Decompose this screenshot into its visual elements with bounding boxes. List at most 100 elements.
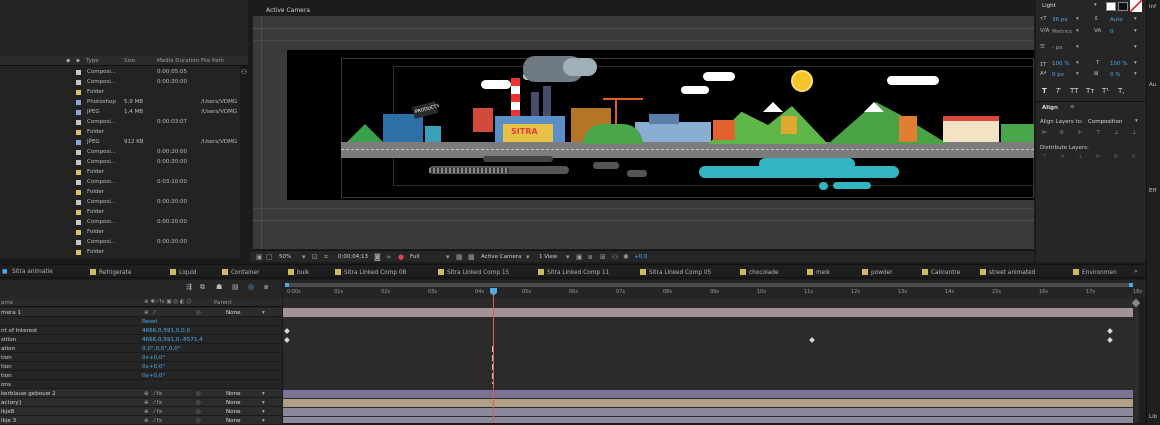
project-item-row[interactable]: Composi... 0:00:20:00 — [0, 77, 240, 87]
project-item-row[interactable]: Folder — [0, 247, 240, 257]
superscript-button[interactable]: T¹ — [1102, 87, 1109, 95]
timeline-layer-row[interactable]: actory] ⊕ ⁄ fx ◎ None ▾ — [0, 398, 282, 407]
timeline-property-row[interactable]: sition 4666,0,591,0,-8571,4 — [0, 335, 282, 344]
stroke-color-swatch[interactable] — [1118, 2, 1128, 11]
timeline-tab[interactable]: street animated — [980, 269, 1035, 276]
align-top-icon[interactable]: ⊤ — [1096, 130, 1101, 136]
align-target-select[interactable]: Composition — [1088, 119, 1122, 125]
property-value[interactable]: 4666,0,591,0,-8571,4 — [142, 337, 203, 343]
comp-flowchart-icon[interactable]: ⇶ — [186, 283, 192, 291]
horizontal-scale-value[interactable]: 100 % — [1110, 61, 1127, 67]
zoom-dropdown-icon[interactable]: ▾ — [302, 253, 306, 261]
kerning-value[interactable]: Metrics — [1052, 29, 1072, 35]
parent-dropdown-icon[interactable]: ▾ — [262, 400, 265, 406]
parent-header[interactable]: Parent — [214, 300, 232, 306]
font-size-dropdown-icon[interactable]: ▾ — [1076, 16, 1079, 22]
align-panel-title[interactable]: Align — [1042, 105, 1058, 111]
baseline-shift-dropdown-icon[interactable]: ▾ — [1076, 71, 1079, 77]
parent-select[interactable]: None — [226, 409, 241, 415]
distribute-vcenter-icon[interactable]: ≑ — [1060, 154, 1065, 160]
col-size[interactable]: Size — [124, 58, 135, 64]
camera-dropdown-icon[interactable]: ▾ — [526, 253, 530, 261]
timeline-tab[interactable]: powder — [862, 269, 893, 276]
align-left-icon[interactable]: ⊫ — [1042, 130, 1047, 136]
exposure-value[interactable]: +0,0 — [634, 254, 647, 260]
timeline-tab[interactable]: Container — [222, 269, 259, 276]
parent-select[interactable]: None — [226, 400, 241, 406]
layer-bar-wolkje3[interactable] — [283, 417, 1133, 423]
project-item-row[interactable]: Folder — [0, 167, 240, 177]
parent-select[interactable]: None — [226, 391, 241, 397]
libraries-panel-tab[interactable]: Lib — [1149, 414, 1157, 420]
project-item-row[interactable]: Composi... 0:00:20:00 — [0, 147, 240, 157]
roi-icon[interactable]: ▦ — [456, 253, 463, 261]
stroke-width-dropdown-icon[interactable]: ▾ — [1076, 44, 1079, 50]
leading-value[interactable]: Auto — [1110, 17, 1123, 23]
shy-icon[interactable]: ☗ — [216, 283, 222, 291]
switches-icons[interactable]: ⊕ ⁄ fx — [144, 391, 162, 397]
work-area-bar[interactable] — [285, 283, 1133, 287]
timeline-tab[interactable]: Callcentre — [922, 269, 960, 276]
keyframe[interactable] — [809, 337, 815, 343]
fast-preview-icon[interactable]: ⧈ — [588, 253, 592, 262]
current-time[interactable]: 0;00;04;13 — [338, 254, 368, 260]
subscript-button[interactable]: T, — [1118, 87, 1125, 95]
frame-blend-icon[interactable]: ▤ — [232, 283, 239, 291]
project-item-row[interactable]: JPEG 912 KB /Users/VDMG — [0, 137, 240, 147]
view-layout-select[interactable]: 1 View — [539, 254, 557, 260]
parent-dropdown-icon[interactable]: ▾ — [262, 391, 265, 397]
parent-pickwhip-icon[interactable]: ◎ — [196, 391, 201, 397]
flowchart-icon[interactable]: ⚇ — [612, 253, 618, 261]
timeline-tab[interactable]: Sitra Linked Comp 08 — [335, 269, 406, 276]
project-item-row[interactable]: Composi... 0:03:10:00 — [0, 177, 240, 187]
layer-bar-gebouw[interactable] — [283, 390, 1133, 398]
project-item-row[interactable]: JPEG 1,4 MB /Users/VDMG — [0, 107, 240, 117]
timeline-property-row[interactable]: ation 0,0°,0,0°,0,0° — [0, 344, 282, 353]
composition-viewer[interactable]: PRODUCTS SITRA — [253, 16, 1034, 249]
effects-panel-tab[interactable]: Eff — [1149, 188, 1156, 194]
tracking-value[interactable]: 0 — [1110, 29, 1114, 35]
vertical-scale-dropdown-icon[interactable]: ▾ — [1076, 60, 1079, 66]
info-panel-tab[interactable]: Inf — [1149, 4, 1156, 10]
col-type[interactable]: Type — [86, 58, 99, 64]
font-style-dropdown-icon[interactable]: ▾ — [1094, 2, 1097, 8]
baseline-shift-value[interactable]: 0 px — [1052, 72, 1064, 78]
property-value[interactable]: 0,0°,0,0°,0,0° — [142, 346, 181, 352]
timeline-property-row[interactable]: nt of Interest 4666,0,591,0,0,0 — [0, 326, 282, 335]
keyframe[interactable] — [284, 328, 290, 334]
property-value[interactable]: 0x+0,0° — [142, 355, 165, 361]
flowchart-icon[interactable]: ⚇ — [241, 68, 247, 76]
motion-blur-icon[interactable]: ◎ — [248, 283, 254, 291]
exposure-icon[interactable]: ✺ — [623, 253, 629, 261]
project-item-row[interactable]: Composi... 0:00:20:00 — [0, 197, 240, 207]
align-menu-icon[interactable]: ≡ — [1070, 104, 1075, 110]
parent-dropdown-icon[interactable]: ▾ — [262, 310, 265, 316]
timeline-tab[interactable]: chocolade — [740, 269, 779, 276]
timeline-layer-row[interactable]: lkje8 ⊕ ⁄ fx ◎ None ▾ — [0, 407, 282, 416]
project-item-row[interactable]: Composi... 0:00:20:00 — [0, 237, 240, 247]
camera-snapshot-icon[interactable]: ◙ — [374, 253, 381, 261]
zoom-select[interactable]: 50% — [279, 254, 291, 260]
work-area-start-handle[interactable] — [285, 283, 289, 287]
view-dropdown-icon[interactable]: ▾ — [566, 253, 570, 261]
toggle-pixel-icon[interactable]: ▣ — [576, 253, 583, 261]
property-value[interactable]: 0x+0,0° — [142, 373, 165, 379]
stroke-type-dropdown-icon[interactable]: ▾ — [1134, 44, 1137, 50]
all-caps-button[interactable]: TT — [1070, 87, 1078, 95]
align-right-icon[interactable]: ⊩ — [1078, 130, 1083, 136]
align-bottom-icon[interactable]: ⊥ — [1132, 130, 1137, 136]
layer-bar-wolkje8[interactable] — [283, 408, 1133, 416]
vertical-scale-value[interactable]: 100 % — [1052, 61, 1069, 67]
timeline-property-row[interactable]: tion 0x+0,0° — [0, 371, 282, 380]
audio-panel-tab[interactable]: Au — [1149, 82, 1156, 88]
timeline-property-row[interactable]: tion 0x+0,0° — [0, 362, 282, 371]
timeline-property-row[interactable]: Reset — [0, 317, 282, 326]
project-scrollbar[interactable] — [240, 66, 248, 258]
source-name-header[interactable]: ame — [1, 300, 13, 306]
transparency-grid-icon[interactable]: ▩ — [468, 253, 475, 261]
timeline-scrollbar[interactable] — [1139, 298, 1146, 423]
timeline-tab[interactable]: Refrigerate — [90, 269, 131, 276]
camera-select[interactable]: Active Camera — [481, 254, 521, 260]
switches-icons[interactable]: ⊕ ⁄ — [144, 310, 155, 316]
graph-editor-icon[interactable]: ⧈ — [264, 283, 268, 292]
